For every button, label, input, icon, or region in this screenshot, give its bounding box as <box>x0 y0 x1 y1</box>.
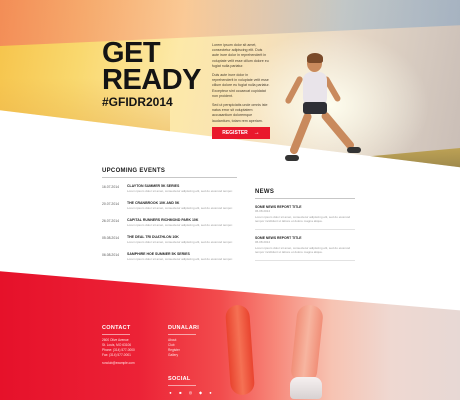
twitter-icon[interactable]: ● <box>168 390 173 395</box>
event-date: 26.07.2014 <box>102 219 119 223</box>
intro-paragraph: Lorem ipsum dolor sit amet, consectetur … <box>212 43 269 68</box>
event-title: SAMPHIRE HOE SUMMER 5K SERIES <box>127 252 190 256</box>
event-desc: Lorem ipsum dolor sit amet, consectetur … <box>127 257 233 261</box>
event-item[interactable]: 06.08.2014 SAMPHIRE HOE SUMMER 5K SERIES… <box>102 252 237 261</box>
facebook-icon[interactable]: ■ <box>178 390 183 395</box>
dunalari-divider <box>168 334 196 335</box>
register-button-label: REGISTER <box>222 130 248 136</box>
intro-paragraph: Duis aute irure dolor in reprehenderit i… <box>212 73 270 98</box>
news-divider <box>255 198 355 199</box>
event-desc: Lorem ipsum dolor sit amet, consectetur … <box>127 240 233 244</box>
event-title: THE DEAL TRI DUATHLON 10K <box>127 235 179 239</box>
news-date: 06.08.2014 <box>255 240 271 244</box>
runner-legs-photo <box>222 303 342 400</box>
event-date: 06.08.2014 <box>102 253 119 257</box>
event-item[interactable]: 16.07.2014 CLAYTON SUMMER 5K SERIES Lorem… <box>102 184 237 193</box>
social-title: SOCIAL <box>168 376 191 382</box>
event-desc: Lorem ipsum dolor sit amet, consectetur … <box>127 189 233 193</box>
intro-paragraph: Sed ut perspiciatis unde omnis iste natu… <box>212 103 268 123</box>
news-item[interactable]: SOME NEWS REPORT TITLE 06.08.2014 Lorem … <box>255 236 355 261</box>
contact-email[interactable]: runclub@example.com <box>102 361 135 366</box>
hero-hashtag: #GFIDR2014 <box>102 95 173 109</box>
dunalari-title: DUNALARI <box>168 325 200 331</box>
arrow-right-icon: → <box>253 130 260 136</box>
event-date: 05.08.2014 <box>102 236 119 240</box>
contact-divider <box>102 334 130 335</box>
hero-top-band <box>0 0 460 46</box>
footer-link[interactable]: Gallery <box>168 353 180 358</box>
event-item[interactable]: 05.08.2014 THE DEAL TRI DUATHLON 10K Lore… <box>102 235 237 244</box>
event-date: 16.07.2014 <box>102 185 119 189</box>
events-list: 16.07.2014 CLAYTON SUMMER 5K SERIES Lorem… <box>102 184 237 269</box>
hero-headline: GET READY <box>102 37 202 96</box>
contact-title: CONTACT <box>102 325 131 331</box>
landing-page: GET READY #GFIDR2014 Lorem ipsum dolor s… <box>0 0 460 400</box>
rss-icon[interactable]: ◎ <box>188 390 193 395</box>
event-title: THE CRANBROOK 10K AND 5K <box>127 201 180 205</box>
pinterest-icon[interactable]: ● <box>208 390 213 395</box>
social-icons: ● ■ ◎ ◆ ● <box>168 390 213 395</box>
hero-intro-text: Lorem ipsum dolor sit amet, consectetur … <box>212 43 270 128</box>
event-date: 20.07.2014 <box>102 202 119 206</box>
news-list: SOME NEWS REPORT TITLE 06.08.2014 Lorem … <box>255 205 355 267</box>
google-plus-icon[interactable]: ◆ <box>198 390 203 395</box>
event-title: CAPITAL RUNNERS RICHMOND PARK 10K <box>127 218 199 222</box>
headline-line-1: GET <box>102 37 161 69</box>
event-desc: Lorem ipsum dolor sit amet, consectetur … <box>127 206 233 210</box>
event-title: CLAYTON SUMMER 5K SERIES <box>127 184 180 188</box>
event-item[interactable]: 26.07.2014 CAPITAL RUNNERS RICHMOND PARK… <box>102 218 237 227</box>
dunalari-links: About Club Register Gallery <box>168 338 180 358</box>
contact-line: Fax: (314) 577-0001 <box>102 353 131 357</box>
runner-illustration <box>284 53 365 175</box>
contact-details: 2600 Olive Avenue St. Louis, MO 63106 Ph… <box>102 338 135 366</box>
news-desc: Lorem ipsum dolor sit amet, consectetur … <box>255 246 351 254</box>
news-section-title: NEWS <box>255 189 275 195</box>
events-section-title: UPCOMING EVENTS <box>102 168 166 174</box>
news-item[interactable]: SOME NEWS REPORT TITLE 06.08.2014 Lorem … <box>255 205 355 230</box>
news-desc: Lorem ipsum dolor sit amet, consectetur … <box>255 215 351 223</box>
event-desc: Lorem ipsum dolor sit amet, consectetur … <box>127 223 233 227</box>
social-divider <box>168 385 196 386</box>
headline-line-2: READY <box>102 64 202 96</box>
register-button[interactable]: REGISTER → <box>212 127 270 139</box>
news-date: 06.08.2014 <box>255 209 271 213</box>
events-divider <box>102 177 237 178</box>
event-item[interactable]: 20.07.2014 THE CRANBROOK 10K AND 5K Lorem… <box>102 201 237 210</box>
